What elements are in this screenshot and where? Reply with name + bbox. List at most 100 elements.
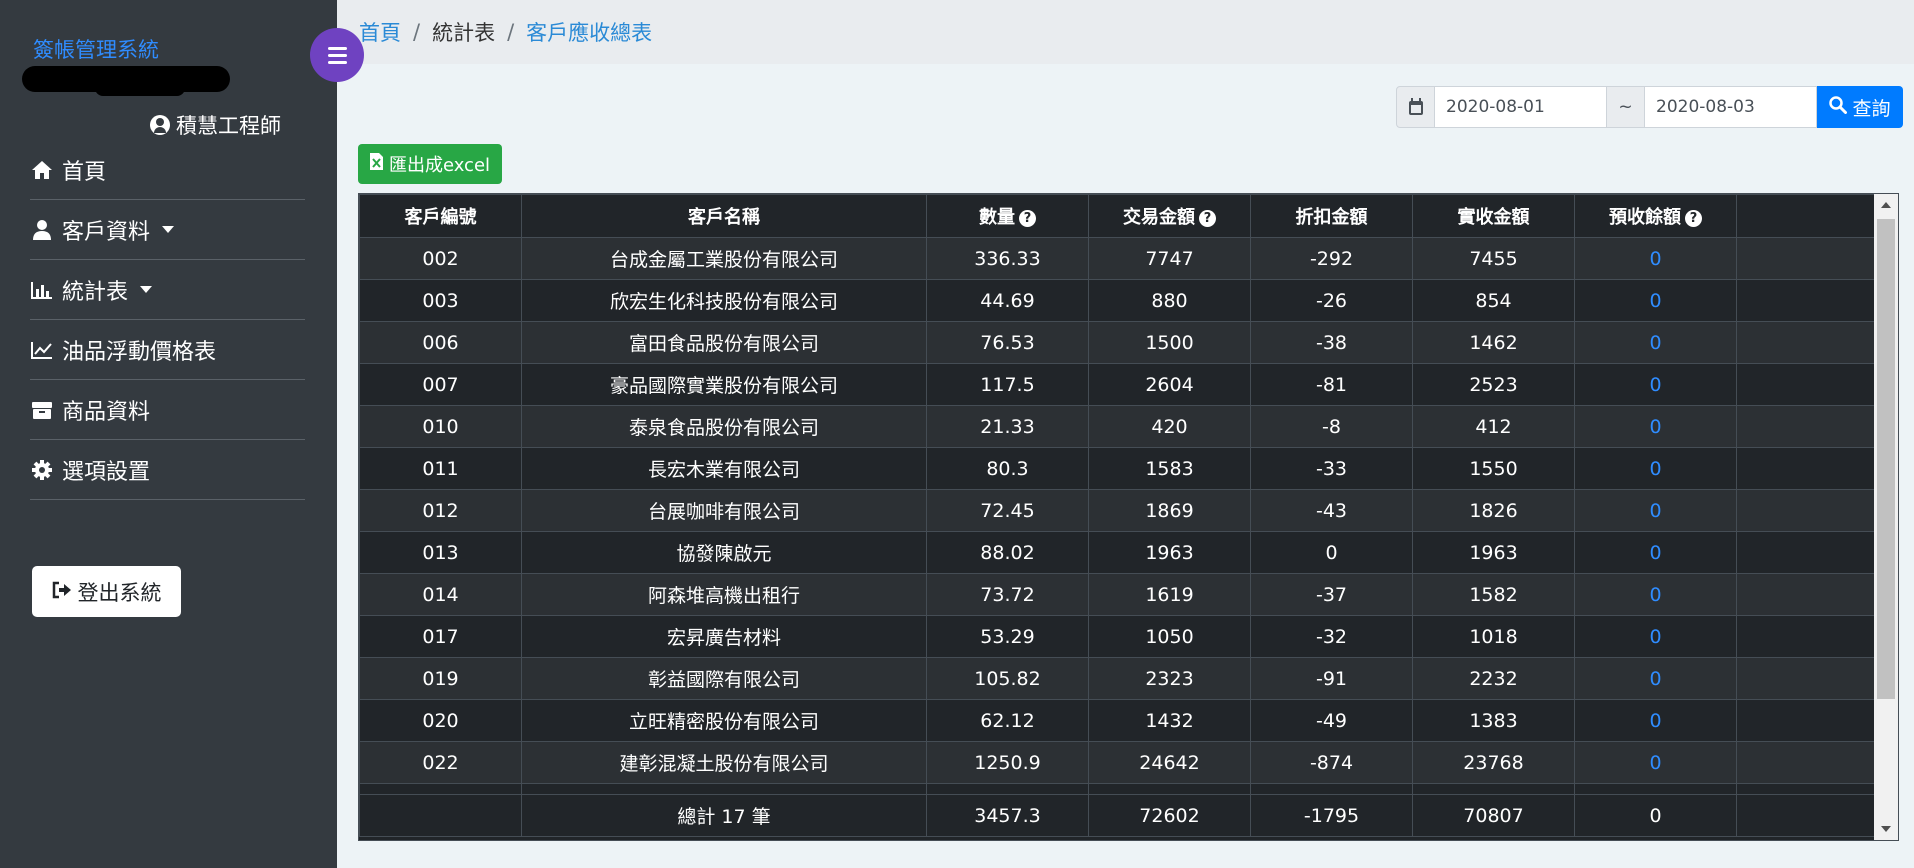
- table-cell: 880: [1088, 279, 1251, 322]
- table-cell: 建彰混凝土股份有限公司: [521, 741, 927, 784]
- sidebar-item-label: 油品浮動價格表: [62, 339, 217, 365]
- app-brand[interactable]: 簽帳管理系統: [33, 34, 159, 64]
- date-from-input[interactable]: 2020-08-01: [1435, 86, 1607, 128]
- search-button[interactable]: 查詢: [1817, 86, 1903, 128]
- table-row[interactable]: 007 豪品國際實業股份有限公司 117.5 2604 -81 2523 0: [359, 363, 1876, 406]
- column-header[interactable]: 交易金額?: [1088, 194, 1251, 238]
- export-excel-button[interactable]: 匯出成excel: [358, 144, 502, 184]
- total-cell: [1736, 794, 1876, 837]
- table-row[interactable]: 010 泰泉食品股份有限公司 21.33 420 -8 412 0: [359, 405, 1876, 448]
- table-cell: 80.3: [926, 447, 1089, 490]
- question-circle-icon[interactable]: ?: [1685, 209, 1702, 227]
- search-icon: [1829, 95, 1848, 119]
- table-cell: 1462: [1412, 321, 1575, 364]
- table-cell: 泰泉食品股份有限公司: [521, 405, 927, 448]
- table-cell: -49: [1250, 699, 1413, 742]
- line-chart-icon: [30, 339, 54, 361]
- sidebar-item-settings[interactable]: 選項設置: [30, 440, 305, 500]
- prepaid-balance-link[interactable]: 0: [1574, 237, 1737, 280]
- column-header[interactable]: 數量?: [926, 194, 1089, 238]
- column-header[interactable]: 實收金額: [1412, 194, 1575, 238]
- table-row[interactable]: 002 台成金屬工業股份有限公司 336.33 7747 -292 7455 0: [359, 237, 1876, 280]
- sidebar-item-statistics[interactable]: 統計表: [30, 260, 305, 320]
- file-excel-icon: [369, 153, 383, 175]
- table-cell: 006: [359, 321, 522, 364]
- column-header[interactable]: 預收餘額?: [1574, 194, 1737, 238]
- table-cell: [1736, 657, 1876, 700]
- table-cell: 2323: [1088, 657, 1251, 700]
- total-cell: 72602: [1088, 794, 1251, 837]
- table-cell: [1088, 783, 1251, 795]
- total-cell: 0: [1574, 794, 1737, 837]
- prepaid-balance-link[interactable]: 0: [1574, 489, 1737, 532]
- table-cell: [1736, 741, 1876, 784]
- scroll-down-arrow-icon[interactable]: [1881, 826, 1891, 832]
- total-cell: 總計 17 筆: [521, 794, 927, 837]
- table-row[interactable]: 014 阿森堆高機出租行 73.72 1619 -37 1582 0: [359, 573, 1876, 616]
- scroll-up-arrow-icon[interactable]: [1881, 202, 1891, 208]
- table-cell: 豪品國際實業股份有限公司: [521, 363, 927, 406]
- table-cell: 0: [1250, 531, 1413, 574]
- prepaid-balance-link[interactable]: 0: [1574, 573, 1737, 616]
- table-row[interactable]: 019 彰益國際有限公司 105.82 2323 -91 2232 0: [359, 657, 1876, 700]
- total-cell: 3457.3: [926, 794, 1089, 837]
- prepaid-balance-link[interactable]: 0: [1574, 615, 1737, 658]
- table-row[interactable]: 017 宏昇廣告材料 53.29 1050 -32 1018 0: [359, 615, 1876, 658]
- logout-button[interactable]: 登出系統: [32, 566, 181, 617]
- table-row[interactable]: 011 長宏木業有限公司 80.3 1583 -33 1550 0: [359, 447, 1876, 490]
- table-cell: 1550: [1412, 447, 1575, 490]
- table-row[interactable]: 022 建彰混凝土股份有限公司 1250.9 24642 -874 23768 0: [359, 741, 1876, 784]
- prepaid-balance-link[interactable]: 0: [1574, 321, 1737, 364]
- table-row[interactable]: 006 富田食品股份有限公司 76.53 1500 -38 1462 0: [359, 321, 1876, 364]
- table-cell: [926, 783, 1089, 795]
- sidebar-toggle-button[interactable]: [310, 28, 364, 82]
- sidebar: 簽帳管理系統 積慧工程師 首頁 客戶資料 統計表 油品浮動價格表 商品資料 選項…: [0, 0, 337, 868]
- sidebar-item-products[interactable]: 商品資料: [30, 380, 305, 440]
- prepaid-balance-link[interactable]: 0: [1574, 531, 1737, 574]
- date-separator: ~: [1607, 86, 1645, 128]
- table-cell: 1250.9: [926, 741, 1089, 784]
- sidebar-item-home[interactable]: 首頁: [30, 140, 305, 200]
- prepaid-balance-link[interactable]: 0: [1574, 447, 1737, 490]
- table-cell: 富田食品股份有限公司: [521, 321, 927, 364]
- search-label: 查詢: [1852, 97, 1891, 120]
- sidebar-nav: 首頁 客戶資料 統計表 油品浮動價格表 商品資料 選項設置: [30, 140, 305, 500]
- table-cell: [1736, 363, 1876, 406]
- table-cell: 014: [359, 573, 522, 616]
- scroll-thumb[interactable]: [1877, 219, 1895, 699]
- sidebar-item-fuel-prices[interactable]: 油品浮動價格表: [30, 320, 305, 380]
- prepaid-balance-link[interactable]: 0: [1574, 657, 1737, 700]
- column-header[interactable]: 折扣金額: [1250, 194, 1413, 238]
- question-circle-icon[interactable]: ?: [1199, 209, 1216, 227]
- column-header[interactable]: 客戶編號: [359, 194, 522, 238]
- vertical-scrollbar[interactable]: [1874, 194, 1898, 840]
- prepaid-balance-link[interactable]: 0: [1574, 363, 1737, 406]
- breadcrumb-home[interactable]: 首頁: [359, 17, 401, 47]
- table-cell: 72.45: [926, 489, 1089, 532]
- breadcrumb-section: 統計表: [432, 21, 496, 45]
- sidebar-item-customers[interactable]: 客戶資料: [30, 200, 305, 260]
- table-cell: 1018: [1412, 615, 1575, 658]
- table-cell: 62.12: [926, 699, 1089, 742]
- table-cell: 7455: [1412, 237, 1575, 280]
- sidebar-item-label: 統計表: [62, 279, 129, 305]
- table-cell: 017: [359, 615, 522, 658]
- sign-out-icon: [52, 580, 72, 604]
- breadcrumb-current[interactable]: 客戶應收總表: [526, 17, 652, 47]
- prepaid-balance-link[interactable]: 0: [1574, 699, 1737, 742]
- date-to-input[interactable]: 2020-08-03: [1645, 86, 1817, 128]
- table-row[interactable]: 013 協發陳啟元 88.02 1963 0 1963 0: [359, 531, 1876, 574]
- sidebar-item-label: 首頁: [62, 159, 107, 185]
- table-cell: 1826: [1412, 489, 1575, 532]
- prepaid-balance-link[interactable]: 0: [1574, 279, 1737, 322]
- question-circle-icon[interactable]: ?: [1019, 209, 1036, 227]
- table-cell: -874: [1250, 741, 1413, 784]
- table-row[interactable]: 003 欣宏生化科技股份有限公司 44.69 880 -26 854 0: [359, 279, 1876, 322]
- prepaid-balance-link[interactable]: 0: [1574, 405, 1737, 448]
- table-row[interactable]: 020 立旺精密股份有限公司 62.12 1432 -49 1383 0: [359, 699, 1876, 742]
- table-row[interactable]: 012 台展咖啡有限公司 72.45 1869 -43 1826 0: [359, 489, 1876, 532]
- column-header[interactable]: 客戶名稱: [521, 194, 927, 238]
- prepaid-balance-link[interactable]: 0: [1574, 741, 1737, 784]
- table-cell: 1963: [1412, 531, 1575, 574]
- table-cell: 88.02: [926, 531, 1089, 574]
